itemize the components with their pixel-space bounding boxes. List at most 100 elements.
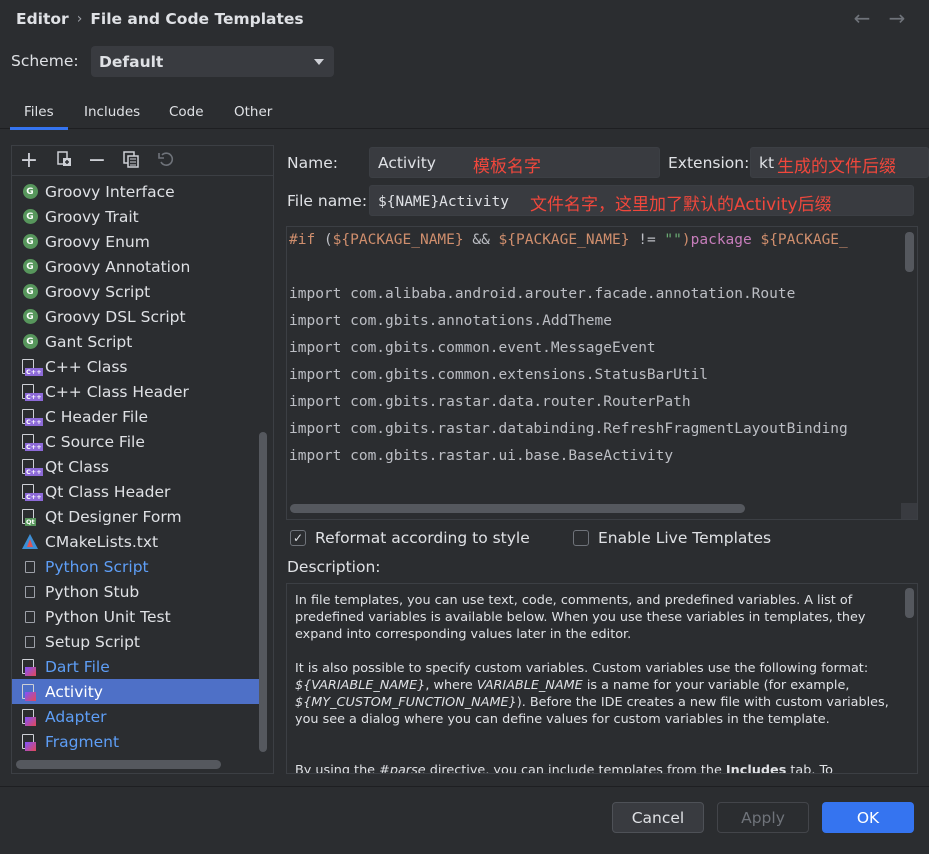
- template-code-editor[interactable]: #if (${PACKAGE_NAME} && ${PACKAGE_NAME} …: [286, 226, 918, 520]
- dialog-footer: Cancel Apply OK: [0, 786, 929, 854]
- filename-label: File name:: [287, 192, 368, 210]
- template-item[interactable]: Activity: [12, 679, 260, 704]
- template-item[interactable]: Adapter: [12, 704, 260, 729]
- tab-other[interactable]: Other: [234, 104, 272, 120]
- template-item[interactable]: C++ C Header File: [12, 404, 260, 429]
- template-item[interactable]: C++ Qt Class: [12, 454, 260, 479]
- name-label: Name:: [287, 154, 338, 172]
- horizontal-scrollbar[interactable]: [16, 760, 221, 769]
- groovy-badge: G: [22, 259, 38, 274]
- template-item-label: Groovy Trait: [45, 207, 139, 226]
- template-item[interactable]: C++ C Source File: [12, 429, 260, 454]
- template-item[interactable]: Python Stub: [12, 579, 260, 604]
- code-token: ${PACKAGE_NAME}: [498, 232, 630, 248]
- tab-includes[interactable]: Includes: [84, 104, 140, 120]
- reset-icon[interactable]: [155, 150, 177, 172]
- cpp-badge: C++: [25, 367, 43, 376]
- live-templates-label: Enable Live Templates: [598, 529, 772, 547]
- live-templates-option[interactable]: Enable Live Templates: [573, 529, 771, 547]
- cpp-badge: C++: [25, 467, 43, 476]
- template-list: G Groovy Interface G Groovy Trait G Groovy En…: [12, 179, 260, 754]
- template-item[interactable]: CMakeLists.txt: [12, 529, 260, 554]
- cpp-file-icon: C++: [21, 433, 43, 451]
- description-paragraph-2: It is also possible to specify custom va…: [295, 660, 895, 728]
- add-child-icon[interactable]: [53, 150, 75, 172]
- template-item-label: Groovy Script: [45, 282, 151, 301]
- cancel-button[interactable]: Cancel: [612, 802, 704, 833]
- scheme-value: Default: [99, 53, 164, 71]
- template-item-label: Setup Script: [45, 632, 140, 651]
- extension-input[interactable]: kt 生成的文件后缀: [750, 147, 929, 178]
- code-horizontal-scrollbar[interactable]: [290, 504, 745, 513]
- template-item[interactable]: Python Script: [12, 554, 260, 579]
- template-list-panel: + − G Groovy Interface G Groovy Trait G Groov…: [11, 145, 274, 774]
- code-token: "": [664, 232, 682, 248]
- kotlin-file-icon: [21, 708, 39, 726]
- file-and-code-templates-dialog: Editor › File and Code Templates ← → Sch…: [0, 0, 929, 854]
- text-run: VARIABLE_NAME: [476, 678, 583, 693]
- text-run: , where: [425, 678, 477, 693]
- name-input[interactable]: Activity 模板名字: [369, 147, 660, 178]
- template-item[interactable]: G Groovy Trait: [12, 204, 260, 229]
- breadcrumb: Editor › File and Code Templates: [16, 8, 304, 30]
- template-item[interactable]: G Groovy Script: [12, 279, 260, 304]
- template-item[interactable]: C++ C++ Class: [12, 354, 260, 379]
- template-item[interactable]: G Groovy Annotation: [12, 254, 260, 279]
- groovy-badge: G: [22, 184, 38, 199]
- reformat-checkbox[interactable]: ✓: [290, 530, 306, 546]
- template-item[interactable]: Fragment: [12, 729, 260, 754]
- code-line: import com.gbits.annotations.AddTheme: [289, 313, 613, 329]
- kotlin-file-icon: [21, 733, 39, 751]
- vertical-scrollbar[interactable]: [259, 432, 267, 752]
- scheme-dropdown[interactable]: Default: [91, 46, 334, 77]
- template-item-label: Qt Designer Form: [45, 507, 182, 526]
- code-line: import com.gbits.common.event.MessageEve…: [289, 340, 656, 356]
- back-arrow-icon[interactable]: ←: [851, 6, 873, 30]
- description-paragraph-1: In file templates, you can use text, cod…: [295, 593, 866, 642]
- breadcrumb-editor[interactable]: Editor: [16, 10, 69, 28]
- forward-arrow-icon[interactable]: →: [886, 6, 908, 30]
- tab-code[interactable]: Code: [169, 104, 204, 120]
- text-run: is a name for your variable (for example…: [582, 678, 850, 693]
- groovy-file-icon: G: [21, 208, 39, 226]
- add-icon[interactable]: +: [18, 150, 40, 172]
- template-item[interactable]: C++ C++ Class Header: [12, 379, 260, 404]
- cpp-file-icon: C++: [21, 383, 43, 401]
- template-item-label: Groovy Annotation: [45, 257, 191, 276]
- kotlin-file-icon: [21, 658, 39, 676]
- tab-files[interactable]: Files: [10, 104, 68, 130]
- text-run: It is also possible to specify custom va…: [295, 661, 869, 676]
- filename-input[interactable]: ${NAME}Activity 文件名字，这里加了默认的Activity后缀: [369, 185, 914, 216]
- template-item[interactable]: G Groovy Interface: [12, 179, 260, 204]
- cpp-file-icon: C++: [21, 458, 43, 476]
- template-item-label: Python Stub: [45, 582, 140, 601]
- remove-icon[interactable]: −: [86, 150, 108, 172]
- code-line: import com.alibaba.android.arouter.facad…: [289, 286, 796, 302]
- filename-annotation: 文件名字，这里加了默认的Activity后缀: [530, 195, 832, 215]
- reformat-option[interactable]: ✓ Reformat according to style: [290, 529, 530, 547]
- template-item[interactable]: G Groovy DSL Script: [12, 304, 260, 329]
- template-item[interactable]: Python Unit Test: [12, 604, 260, 629]
- template-item-label: C++ Class: [45, 357, 128, 376]
- ok-button[interactable]: OK: [822, 802, 914, 833]
- template-item[interactable]: Setup Script: [12, 629, 260, 654]
- template-item[interactable]: G Gant Script: [12, 329, 260, 354]
- text-run: ${MY_CUSTOM_FUNCTION_NAME}: [295, 695, 517, 710]
- code-vertical-scrollbar[interactable]: [905, 232, 914, 272]
- template-item[interactable]: C++ Qt Class Header: [12, 479, 260, 504]
- scheme-label: Scheme:: [11, 52, 79, 70]
- copy-icon[interactable]: [120, 150, 142, 172]
- template-item[interactable]: Dart File: [12, 654, 260, 679]
- template-item-label: Dart File: [45, 657, 110, 676]
- description-paragraph-3: By using the #parse directive, you can i…: [295, 762, 895, 774]
- template-item[interactable]: Qt Qt Designer Form: [12, 504, 260, 529]
- template-item[interactable]: G Groovy Enum: [12, 229, 260, 254]
- description-scrollbar[interactable]: [905, 588, 914, 618]
- live-templates-checkbox[interactable]: [573, 530, 589, 546]
- text-run: ${VARIABLE_NAME}: [295, 678, 426, 693]
- text-run: Includes: [725, 763, 787, 774]
- text-run: By using the: [295, 763, 380, 774]
- extension-value: kt: [759, 154, 775, 172]
- code-line: import com.gbits.common.extensions.Statu…: [289, 367, 709, 383]
- apply-button[interactable]: Apply: [717, 802, 809, 833]
